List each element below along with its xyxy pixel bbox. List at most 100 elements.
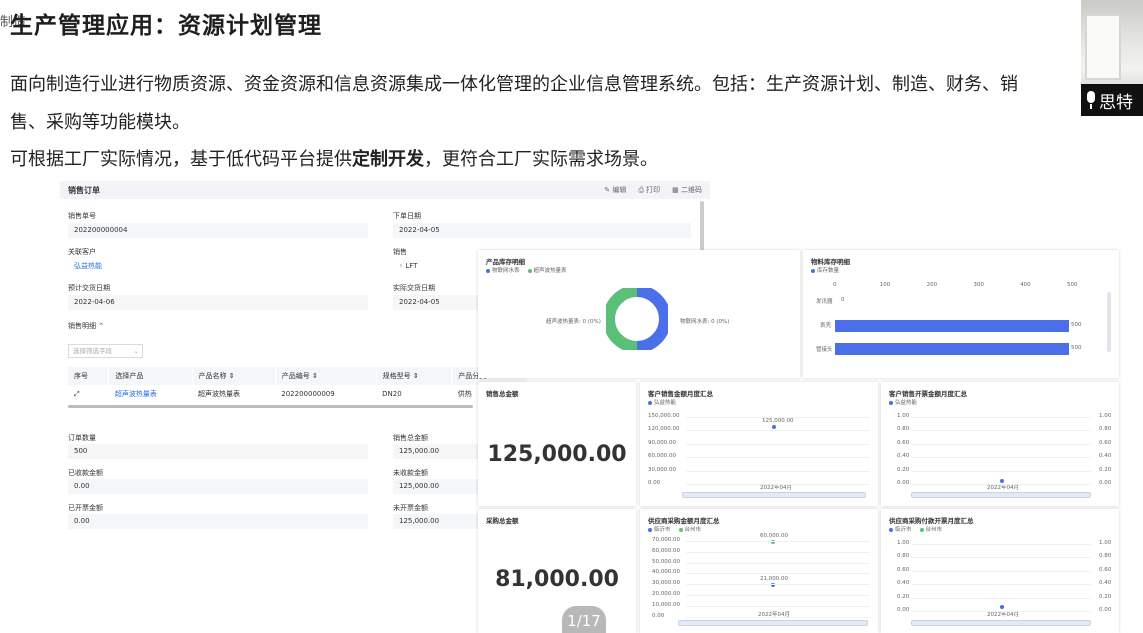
uninvoiced-label: 未开票金额 bbox=[393, 504, 428, 512]
data-point[interactable] bbox=[772, 425, 776, 429]
gridline bbox=[686, 417, 870, 418]
gridline bbox=[686, 616, 870, 618]
gridline bbox=[686, 551, 870, 553]
form-scrollbar[interactable] bbox=[700, 201, 704, 256]
legend-item[interactable]: 弘益热能 bbox=[889, 398, 917, 406]
legend-item[interactable]: 弘益热能 bbox=[648, 398, 676, 406]
print-button[interactable]: ⎙ 打印 bbox=[638, 185, 660, 195]
legend-text: 弘益热能 bbox=[654, 400, 677, 406]
y-tick-label: 70,000.00 bbox=[652, 537, 680, 543]
material-title: 物料库存明细 bbox=[811, 258, 850, 266]
microphone-icon bbox=[1085, 91, 1097, 109]
col-header[interactable]: 规格型号 ⇕ bbox=[376, 367, 453, 385]
actual-date-field[interactable]: 2022-04-05 bbox=[393, 295, 478, 310]
sales-detail-table: 序号 选择产品 产品名称 ⇕ 产品编号 ⇕ 规格型号 ⇕ 产品分类 ⇕ ⤢ 超声… bbox=[68, 367, 528, 403]
donut-slice-water[interactable] bbox=[636, 288, 668, 350]
legend-text: 超声波热量表 bbox=[533, 268, 567, 274]
y-tick-label: 0.00 bbox=[897, 607, 910, 613]
invoiced-field[interactable]: 0.00 bbox=[68, 514, 368, 529]
page-indicator[interactable]: 1/17 bbox=[562, 606, 606, 633]
qty-field[interactable]: 500 bbox=[68, 444, 368, 459]
legend-text: 弘益热能 bbox=[895, 400, 918, 406]
y-tick-label-right: 0.40 bbox=[1099, 453, 1112, 460]
zoom-slider[interactable] bbox=[911, 620, 1091, 626]
point-label: 60,000.00 bbox=[760, 533, 788, 539]
description-line-1: 面向制造行业进行物质资源、资金资源和信息资源集成一体化管理的企业信息管理系统。包… bbox=[10, 74, 1018, 95]
legend-text: 台州市 bbox=[684, 527, 702, 533]
legend-item[interactable]: 临沂市 bbox=[648, 525, 671, 533]
zoom-slider[interactable] bbox=[911, 492, 1091, 498]
chevron-up-icon[interactable]: ⌃ bbox=[98, 322, 104, 330]
gridline bbox=[686, 562, 870, 564]
x-tick-label: 100 bbox=[879, 282, 891, 288]
zoom-slider[interactable] bbox=[678, 620, 868, 626]
description-line-2: 售、采购等功能模块。 bbox=[10, 112, 190, 133]
expand-icon[interactable]: ⤢ bbox=[68, 385, 109, 403]
qrcode-button[interactable]: ▦ 二维码 bbox=[672, 185, 702, 195]
sales-value: LFT bbox=[405, 262, 418, 270]
y-tick-label: 0.80 bbox=[897, 553, 910, 560]
filter-select[interactable]: 选择筛选字段 ⌄ bbox=[68, 344, 143, 358]
gridline bbox=[686, 430, 870, 432]
gridline bbox=[686, 573, 870, 575]
sales-total-value: 125,000.00 bbox=[487, 442, 627, 467]
y-tick-label: 0.20 bbox=[897, 466, 910, 473]
zoom-slider[interactable] bbox=[682, 492, 866, 498]
table-row: ⤢ 超声波热量表 超声波热量表 202200000009 DN20 供热 bbox=[68, 385, 528, 403]
legend-item[interactable]: 物联网水表 bbox=[486, 266, 520, 274]
unreceived-label: 未收款金额 bbox=[393, 469, 428, 477]
legend-item[interactable]: 台州市 bbox=[919, 525, 942, 533]
gridline bbox=[686, 457, 870, 459]
legend-item[interactable]: 库存数量 bbox=[811, 266, 839, 274]
sales-label: 销售 bbox=[393, 248, 407, 256]
desc-highlight: 定制开发 bbox=[352, 149, 424, 170]
edit-button[interactable]: ✎ 编辑 bbox=[604, 185, 626, 195]
gridline bbox=[686, 595, 870, 596]
col-header-text: 产品编号 bbox=[281, 372, 310, 380]
page-title: 生产管理应用：资源计划管理 bbox=[10, 13, 322, 39]
gridline bbox=[686, 443, 870, 445]
col-header: 序号 bbox=[68, 367, 110, 385]
legend-item[interactable]: 台州市 bbox=[678, 525, 702, 533]
material-bar[interactable] bbox=[835, 320, 1069, 332]
x-tick-label: 400 bbox=[1020, 282, 1031, 288]
material-bar[interactable] bbox=[835, 343, 1069, 355]
legend-item[interactable]: 超声波热量表 bbox=[527, 266, 567, 274]
y-tick-label-right: 0.80 bbox=[1099, 426, 1112, 433]
amount-field[interactable]: 125,000.00 bbox=[393, 444, 478, 459]
y-tick-label: 0.20 bbox=[897, 593, 910, 600]
legend-text: 临沂市 bbox=[654, 527, 671, 533]
product-link[interactable]: 超声波热量表 bbox=[109, 385, 192, 403]
cust-invoice-card: 客户销售开票金额月度汇总 弘益热能 2022年04月 1.00 1.00 0.80 0… bbox=[881, 382, 1119, 506]
y-tick-label-right: 0.00 bbox=[1099, 607, 1112, 613]
y-tick-label: 0.00 bbox=[648, 480, 661, 486]
y-tick-label: 30,000.00 bbox=[648, 466, 676, 473]
plan-date-field[interactable]: 2022-04-06 bbox=[68, 295, 368, 310]
sup-invoice-card: 供应商采购付款开票月度汇总 临沂市 台州市 2022年04月 1.00 1.00 0.… bbox=[881, 509, 1119, 633]
uninvoiced-field[interactable]: 125,000.00 bbox=[393, 514, 478, 529]
sup-purchase-title: 供应商采购金额月度汇总 bbox=[648, 517, 720, 525]
x-tick-label: 0 bbox=[833, 282, 837, 288]
order-date-field[interactable]: 2022-04-05 bbox=[393, 223, 691, 238]
y-tick-label-right: 0.40 bbox=[1099, 580, 1112, 587]
unreceived-field[interactable]: 125,000.00 bbox=[393, 479, 478, 494]
order-no-field[interactable]: 202200000004 bbox=[68, 223, 368, 238]
speaker-bar: 思特 bbox=[1081, 84, 1143, 116]
sales-field[interactable]: ◦ LFT bbox=[393, 259, 478, 274]
data-point[interactable] bbox=[1000, 605, 1004, 609]
col-header[interactable]: 产品编号 ⇕ bbox=[275, 367, 377, 385]
legend-item[interactable]: 临沂市 bbox=[889, 525, 912, 533]
col-header[interactable]: 产品名称 ⇕ bbox=[192, 367, 276, 385]
col-header-text: 产品名称 bbox=[198, 372, 227, 380]
material-cat: 发讯器 bbox=[816, 299, 833, 305]
received-field[interactable]: 0.00 bbox=[68, 479, 368, 494]
y-tick-label: 1.00 bbox=[897, 413, 910, 419]
y-tick-label: 0.40 bbox=[897, 580, 910, 587]
customer-link[interactable]: 弘益热能 bbox=[68, 259, 368, 274]
received-label: 已收款金额 bbox=[68, 469, 103, 477]
table-scrollbar[interactable] bbox=[68, 405, 473, 408]
gridline bbox=[686, 541, 870, 542]
material-scroll[interactable] bbox=[1107, 292, 1111, 352]
y-tick-label: 150,000.00 bbox=[648, 413, 680, 419]
donut-slice-heat[interactable] bbox=[606, 288, 638, 350]
